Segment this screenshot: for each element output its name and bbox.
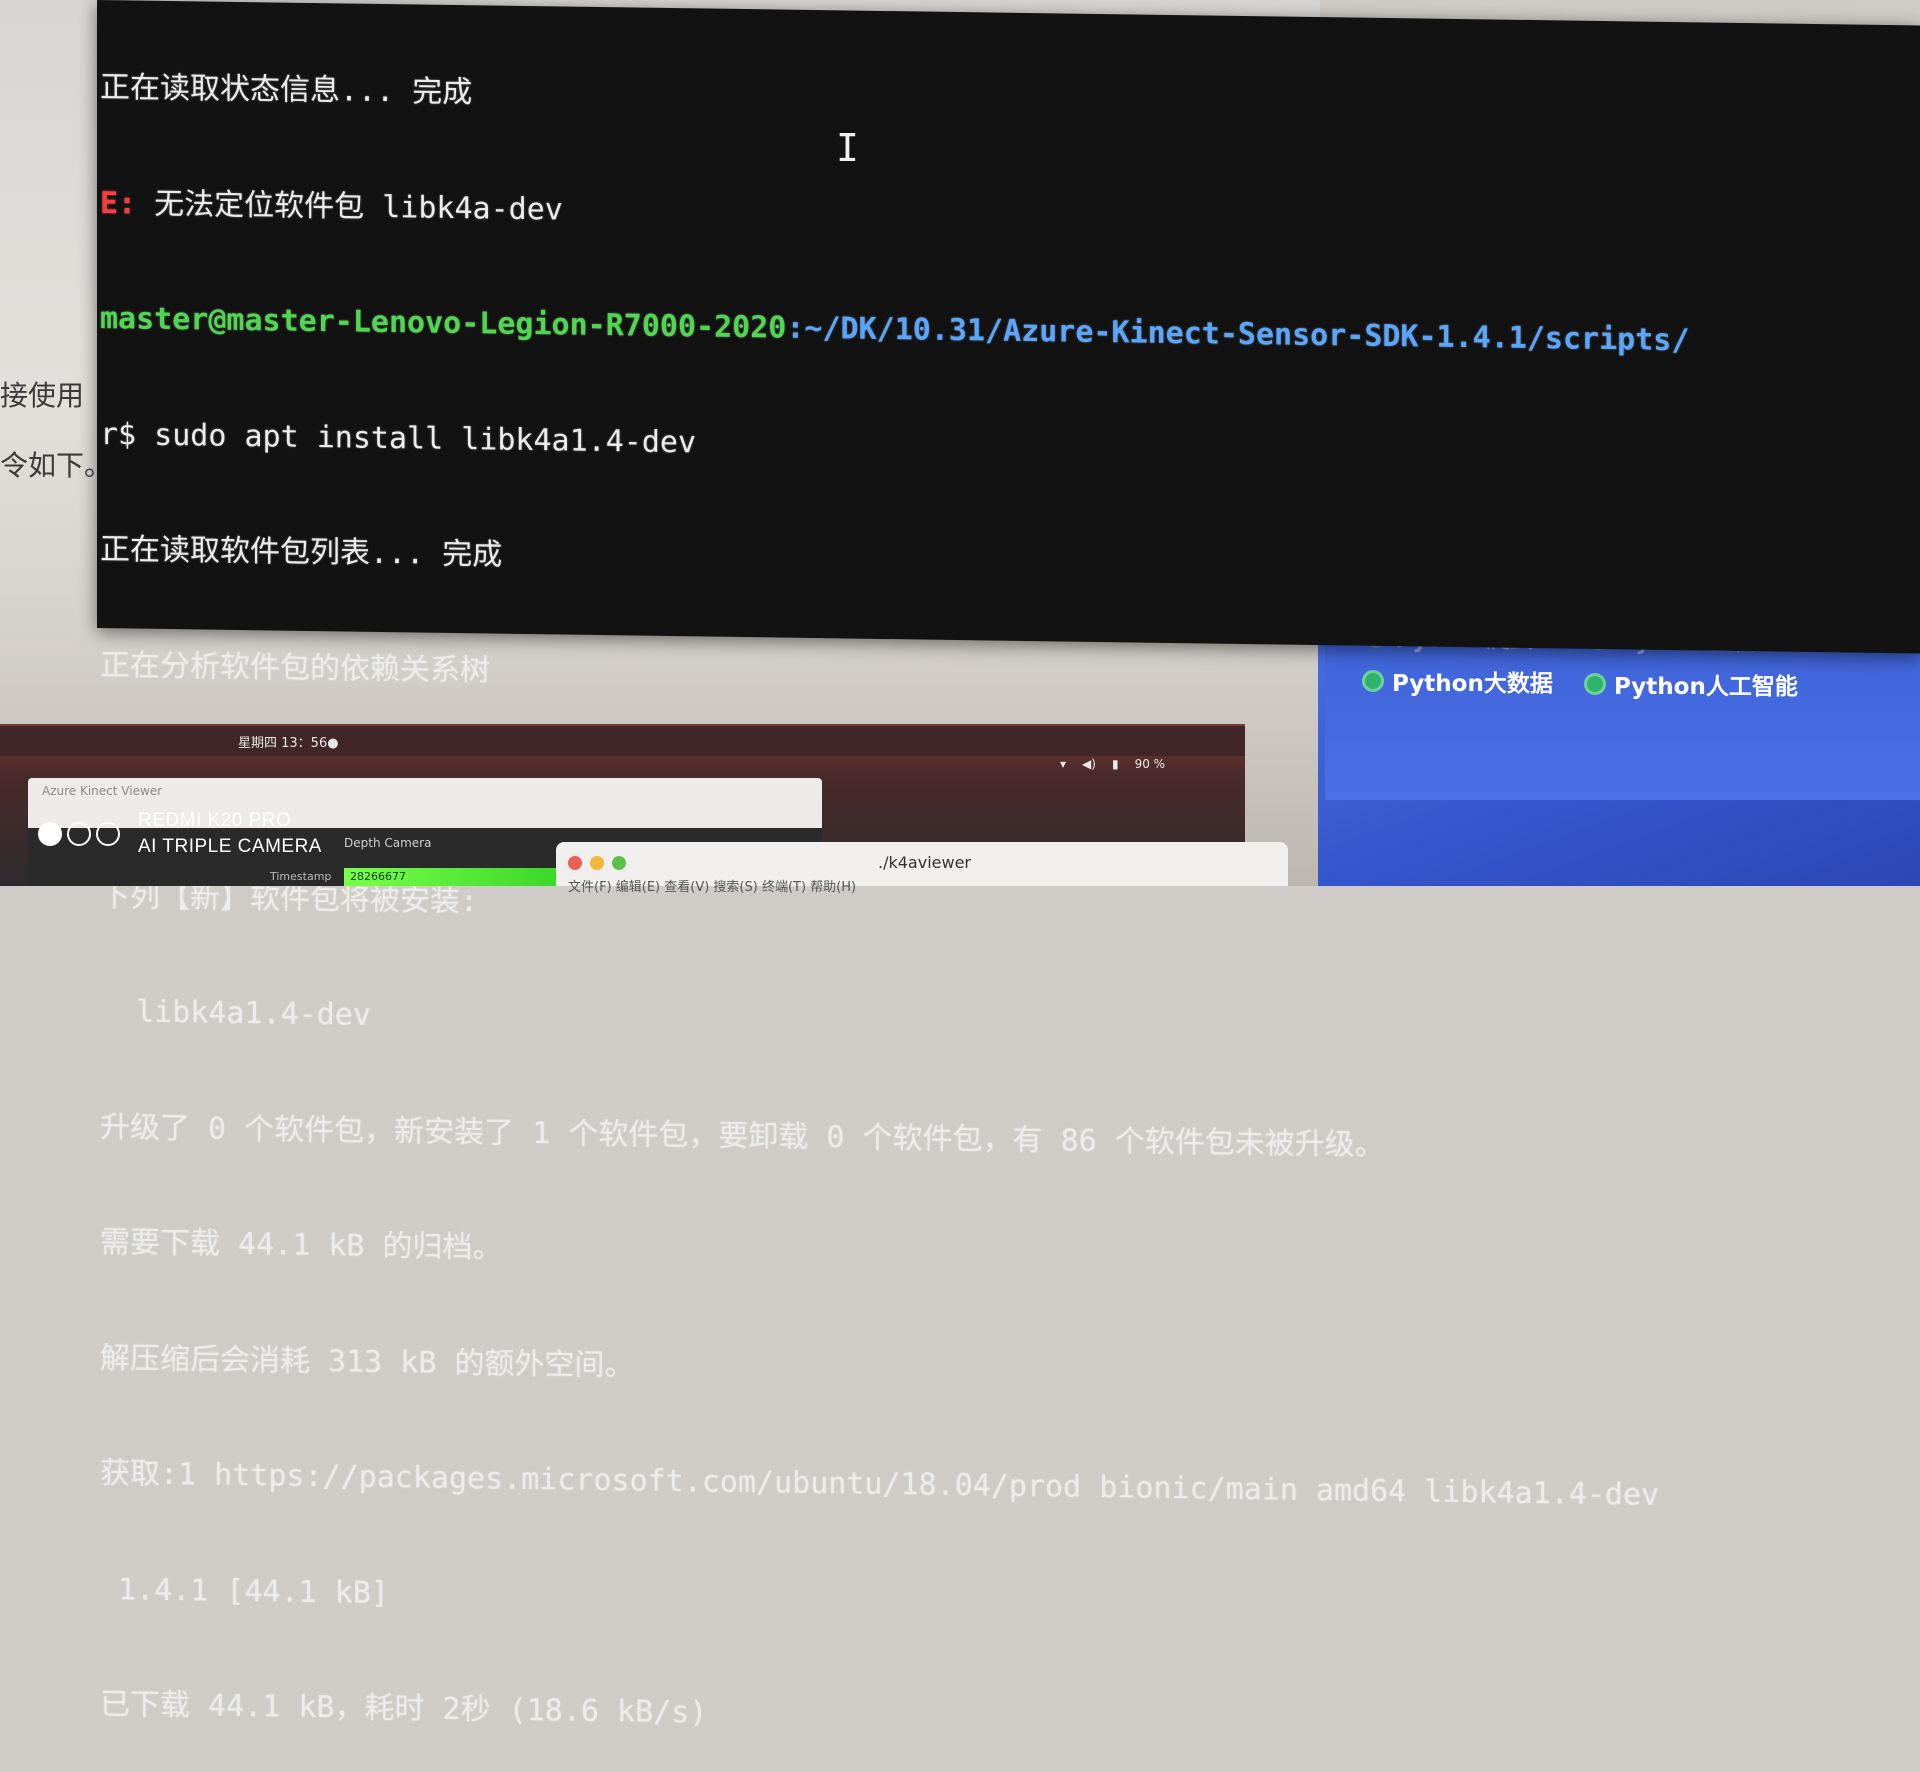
tab-depth-camera[interactable]: Depth Camera bbox=[344, 836, 431, 850]
terminal-line: 正在读取软件包列表... 完成 bbox=[100, 532, 503, 573]
terminal-line: 1.4.1 [44.1 kB] bbox=[100, 1571, 389, 1611]
maximize-icon[interactable] bbox=[612, 856, 626, 870]
viewer-window-title: Azure Kinect Viewer bbox=[42, 784, 163, 798]
side-text-2: 令如下。 bbox=[0, 449, 113, 482]
window-controls bbox=[568, 856, 626, 870]
terminal-line: 正在分析软件包的依赖关系树 bbox=[100, 647, 490, 688]
battery-icon[interactable]: ▮ bbox=[1112, 757, 1119, 771]
camera-watermark: REDMI K20 PRO AI TRIPLE CAMERA bbox=[38, 808, 322, 860]
watermark-model: REDMI K20 PRO bbox=[138, 810, 292, 831]
watermark-camera: AI TRIPLE CAMERA bbox=[138, 836, 322, 857]
terminal-line: 下列【新】软件包将被安装: bbox=[100, 878, 479, 919]
side-text-1: 接使用 bbox=[0, 379, 85, 412]
terminal-output: 正在读取状态信息... 完成 E: 无法定位软件包 libk4a-dev mas… bbox=[100, 0, 1920, 1772]
error-text: 无法定位软件包 libk4a-dev bbox=[136, 186, 563, 227]
terminal-line: 需要下载 44.1 kB 的归档。 bbox=[100, 1225, 503, 1266]
terminal-line: 升级了 0 个软件包，新安装了 1 个软件包，要卸载 0 个软件包，有 86 个… bbox=[100, 1109, 1385, 1163]
watermark-text: REDMI K20 PRO AI TRIPLE CAMERA bbox=[138, 808, 322, 860]
minimize-icon[interactable] bbox=[590, 856, 604, 870]
terminal-error-line: E: 无法定位软件包 libk4a-dev bbox=[100, 185, 1920, 249]
timestamp-label: Timestamp bbox=[270, 870, 332, 883]
timestamp-value: 28266677 bbox=[350, 870, 406, 883]
prompt-user: master@master-Lenovo-Legion-R7000-2020 bbox=[100, 301, 787, 346]
k4aviewer-window-title: ./k4aviewer bbox=[878, 853, 971, 872]
prompt-path: :~/DK/10.31/Azure-Kinect-Sensor-SDK-1.4.… bbox=[786, 310, 1690, 359]
close-icon[interactable] bbox=[568, 856, 582, 870]
terminal-line: 获取:1 https://packages.microsoft.com/ubun… bbox=[100, 1456, 1660, 1513]
desktop-top-bar bbox=[0, 726, 1245, 756]
system-tray: ▾ ◀) ▮ 90 % bbox=[1060, 754, 1165, 774]
terminal-command: r$ sudo apt install libk4a1.4-dev bbox=[100, 416, 697, 460]
watermark-logo-icon bbox=[38, 822, 120, 846]
network-icon[interactable]: ▾ bbox=[1060, 757, 1066, 771]
volume-icon[interactable]: ◀) bbox=[1082, 757, 1096, 771]
terminal-line: 正在读取状态信息... 完成 bbox=[100, 70, 473, 111]
terminal-line: libk4a1.4-dev bbox=[100, 994, 371, 1033]
text-cursor-icon: I bbox=[836, 128, 859, 168]
battery-percent: 90 % bbox=[1134, 757, 1166, 771]
terminal-line: 解压缩后会消耗 313 kB 的额外空间。 bbox=[100, 1340, 635, 1383]
error-prefix: E: bbox=[100, 185, 137, 222]
terminal-line: 已下载 44.1 kB，耗时 2秒 (18.6 kB/s) bbox=[100, 1687, 708, 1731]
terminal-prompt-line: master@master-Lenovo-Legion-R7000-2020:~… bbox=[100, 300, 1920, 364]
desktop-clock[interactable]: 星期四 13：56● bbox=[238, 732, 339, 751]
